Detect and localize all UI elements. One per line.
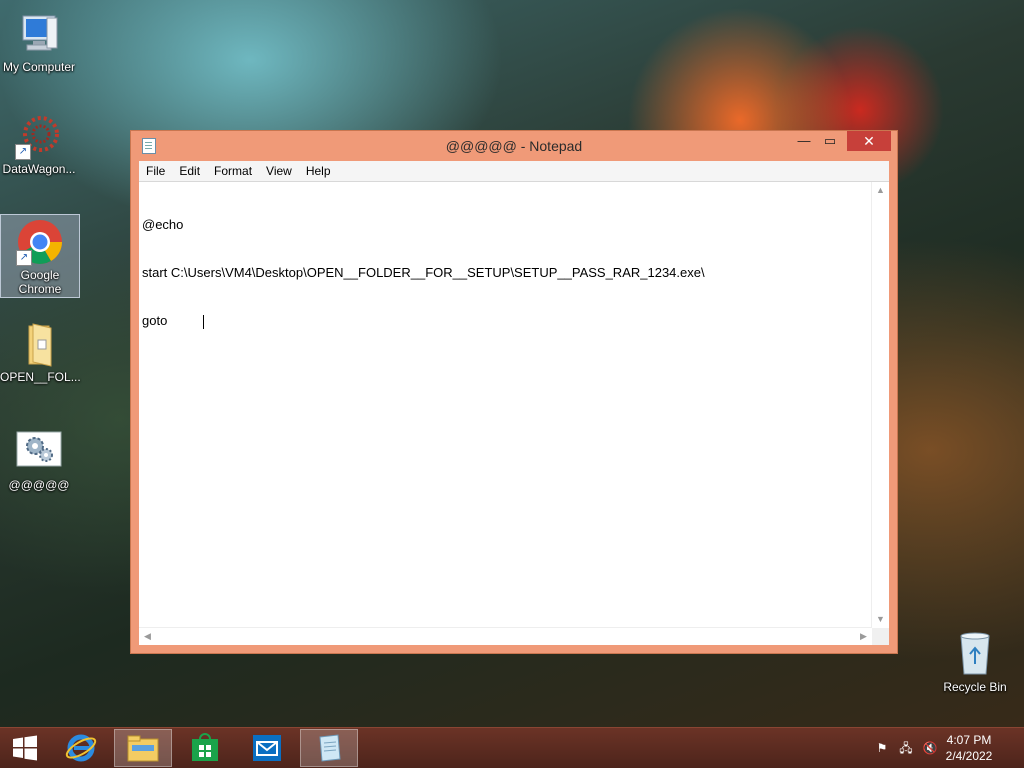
taskbar-mail[interactable] — [238, 729, 296, 767]
text-line: @echo — [142, 217, 184, 232]
start-button[interactable] — [0, 729, 50, 767]
desktop-icon-label: Google Chrome — [18, 268, 62, 296]
desktop-icon-label: OPEN__FOL... — [0, 370, 81, 384]
scroll-up-icon[interactable]: ▲ — [872, 182, 889, 199]
desktop-icon-label: Recycle Bin — [943, 680, 1007, 694]
shortcut-arrow-icon: ↗ — [15, 144, 31, 160]
text-editor[interactable]: @echo start C:\Users\VM4\Desktop\OPEN__F… — [139, 181, 889, 645]
folder-icon — [15, 320, 63, 368]
clock-time: 4:07 PM — [946, 733, 992, 747]
desktop-icon-label: DataWagon... — [2, 162, 76, 176]
window-title: @@@@@ - Notepad — [445, 138, 583, 154]
scroll-right-icon[interactable]: ▶ — [855, 628, 872, 645]
text-line: goto — [142, 313, 168, 328]
notepad-icon — [319, 734, 341, 762]
desktop-icon-open-folder[interactable]: OPEN__FOL... — [0, 320, 81, 384]
scrollbar-corner — [872, 628, 889, 645]
desktop-icon-script[interactable]: @@@@@ — [0, 428, 78, 492]
notepad-window[interactable]: @@@@@ - Notepad — ▭ ✕ File Edit Format View… — [130, 130, 898, 654]
desktop-icon-recycle-bin[interactable]: Recycle Bin — [936, 630, 1014, 694]
scroll-down-icon[interactable]: ▼ — [872, 611, 889, 628]
menu-edit[interactable]: Edit — [172, 161, 207, 178]
desktop-icon-datawagon[interactable]: ↗ DataWagon... — [0, 112, 78, 176]
chrome-icon: ↗ — [16, 218, 64, 266]
close-button[interactable]: ✕ — [847, 131, 891, 151]
desktop-icon-label: My Computer — [2, 60, 76, 74]
internet-explorer-icon — [65, 734, 97, 762]
taskbar-internet-explorer[interactable] — [52, 729, 110, 767]
datawagon-icon: ↗ — [15, 112, 63, 160]
action-center-flag-icon[interactable]: ⚑ — [874, 740, 890, 756]
menu-view[interactable]: View — [259, 161, 299, 178]
text-caret — [203, 314, 205, 329]
text-line-goto: goto — [142, 313, 869, 329]
taskbar-store[interactable] — [176, 729, 234, 767]
file-explorer-icon — [127, 735, 159, 762]
taskbar-file-explorer[interactable] — [114, 729, 172, 767]
desktop-icon-my-computer[interactable]: My Computer — [0, 10, 78, 74]
vertical-scrollbar[interactable]: ▲ ▼ — [871, 182, 889, 628]
taskbar: ⚑ 🖧 🔇 4:07 PM 2/4/2022 — [0, 727, 1024, 768]
clock-date: 2/4/2022 — [945, 749, 993, 763]
computer-icon — [15, 10, 63, 58]
windows-logo-icon — [13, 735, 37, 761]
desktop-icon-google-chrome[interactable]: ↗ Google Chrome — [0, 214, 80, 298]
desktop-icon-label: @@@@@ — [8, 478, 70, 492]
title-bar[interactable]: @@@@@ - Notepad — ▭ ✕ — [131, 131, 897, 161]
recycle-bin-icon — [951, 630, 999, 678]
system-clock[interactable]: 4:07 PM 2/4/2022 — [934, 732, 1004, 764]
menu-help[interactable]: Help — [299, 161, 338, 178]
menu-bar: File Edit Format View Help — [139, 161, 889, 181]
taskbar-notepad[interactable] — [300, 729, 358, 767]
network-icon[interactable]: 🖧 — [898, 740, 914, 756]
gear-script-icon — [15, 428, 63, 476]
shortcut-arrow-icon: ↗ — [16, 250, 32, 266]
maximize-button[interactable]: ▭ — [817, 131, 843, 151]
menu-file[interactable]: File — [139, 161, 172, 178]
text-content[interactable]: @echo start C:\Users\VM4\Desktop\OPEN__F… — [139, 182, 872, 628]
mail-icon — [253, 735, 281, 761]
store-icon — [192, 733, 218, 761]
minimize-button[interactable]: — — [791, 131, 817, 151]
horizontal-scrollbar[interactable]: ◀ ▶ — [139, 627, 872, 645]
menu-format[interactable]: Format — [207, 161, 259, 178]
scroll-left-icon[interactable]: ◀ — [139, 628, 156, 645]
text-line: start C:\Users\VM4\Desktop\OPEN__FOLDER_… — [142, 265, 705, 280]
